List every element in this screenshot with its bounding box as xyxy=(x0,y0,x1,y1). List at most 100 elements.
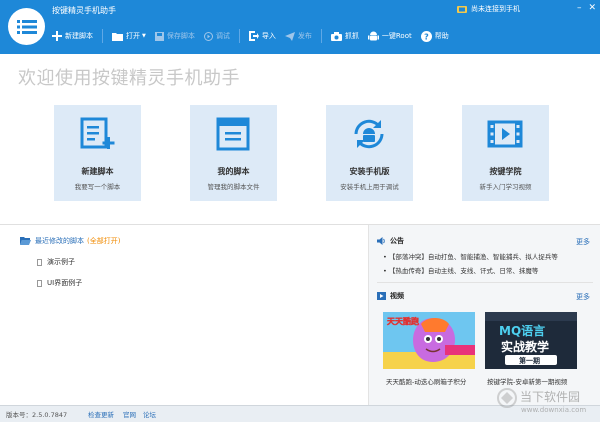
one-click-root-label: 一键Root xyxy=(381,32,412,40)
video-thumb-tag: 第一期 xyxy=(519,357,540,365)
menu-list-icon xyxy=(16,19,37,34)
video-header: 视频 xyxy=(377,291,404,301)
toolbar-divider xyxy=(238,29,240,43)
video-thumb-title: MQ语言 xyxy=(499,324,546,338)
watermark-text: 当下软件园 xyxy=(520,390,581,404)
publish-label: 发布 xyxy=(297,32,312,40)
speaker-icon xyxy=(377,237,385,245)
website-link[interactable]: 官网 xyxy=(123,409,136,419)
card-subtitle: 新手入门学习视频 xyxy=(479,183,532,191)
video-thumbnail[interactable]: MQ语言 实战教学 第一期 xyxy=(485,312,577,369)
new-script-label: 新建脚本 xyxy=(65,32,93,40)
plus-icon xyxy=(52,31,62,41)
folder-icon xyxy=(112,32,123,41)
card-new-script[interactable]: 新建脚本 我要写一个脚本 xyxy=(54,105,141,201)
video-thumb-subtitle: 实战教学 xyxy=(501,340,550,354)
connection-status-text: 尚未连接到手机 xyxy=(471,5,520,13)
new-script-button[interactable]: 新建脚本 xyxy=(52,31,93,41)
send-icon xyxy=(284,31,295,41)
watermark-logo-icon xyxy=(497,388,517,408)
card-my-scripts[interactable]: 我的脚本 管理我的脚本文件 xyxy=(190,105,277,201)
watermark-url: www.downxia.com xyxy=(521,406,587,414)
debug-button[interactable]: 调试 xyxy=(203,31,230,41)
toolbar-divider xyxy=(102,29,103,43)
capture-button[interactable]: 抓抓 xyxy=(330,31,359,41)
minimize-button[interactable]: – xyxy=(577,3,582,13)
info-panel: 公告 更多 • 【部落冲突】自动打鱼、智能捕渔、智能捕兵、拟人捉兵等 • 【热血… xyxy=(368,225,600,405)
announce-header: 公告 xyxy=(377,236,404,246)
recent-scripts-title: 最近修改的脚本 xyxy=(35,237,84,245)
video-thumb-text: 天天酷跑 xyxy=(387,317,419,326)
card-title: 安装手机版 xyxy=(349,167,390,176)
video-film-icon xyxy=(487,120,523,148)
save-icon xyxy=(154,31,164,41)
window-controls: – ✕ xyxy=(577,3,596,13)
save-script-label: 保存脚本 xyxy=(166,32,195,40)
recent-file-item[interactable]: UI界面例子 xyxy=(37,278,82,288)
camera-icon xyxy=(330,31,342,41)
card-title: 我的脚本 xyxy=(217,167,250,176)
toolbar-divider xyxy=(320,29,322,43)
recent-file-item[interactable]: 演示例子 xyxy=(37,257,75,267)
site-watermark: 当下软件园 www.downxia.com xyxy=(497,382,600,422)
card-title: 新建脚本 xyxy=(81,167,114,176)
card-subtitle: 我要写一个脚本 xyxy=(74,183,121,191)
save-script-button[interactable]: 保存脚本 xyxy=(154,31,195,41)
file-icon xyxy=(37,279,42,287)
video-caption[interactable]: 天天酷跑-动迭心刷箱子积分 xyxy=(386,376,466,386)
connection-status[interactable]: 尚未连接到手机 xyxy=(457,4,520,14)
chevron-down-icon: ▼ xyxy=(142,33,146,39)
capture-label: 抓抓 xyxy=(344,32,359,40)
card-title: 按键学院 xyxy=(489,167,522,176)
open-all-link[interactable]: (全部打开) xyxy=(87,236,120,246)
card-install-mobile[interactable]: 安装手机版 安装手机上用于调试 xyxy=(326,105,413,201)
recent-scripts-panel: 最近修改的脚本 (全部打开) 演示例子 UI界面例子 xyxy=(0,225,368,405)
android-sync-icon xyxy=(354,119,384,149)
play-circle-icon xyxy=(203,31,213,41)
file-icon xyxy=(37,258,42,266)
announce-item-text: 【部落冲突】自动打鱼、智能捕渔、智能捕兵、拟人捉兵等 xyxy=(388,253,558,261)
publish-button[interactable]: 发布 xyxy=(284,31,312,41)
svg-text:?: ? xyxy=(424,32,429,41)
android-icon xyxy=(367,31,379,40)
new-script-icon xyxy=(80,117,115,149)
announce-item[interactable]: • 【热血传奇】自动主线、支线、讦式、日常、抹魔等 xyxy=(383,265,538,275)
debug-label: 调试 xyxy=(215,32,230,40)
welcome-heading: 欢迎使用按键精灵手机助手 xyxy=(18,68,240,89)
card-subtitle: 安装手机上用于调试 xyxy=(340,183,399,191)
phone-icon xyxy=(457,5,467,13)
import-label: 导入 xyxy=(261,32,276,40)
video-more-link[interactable]: 更多 xyxy=(576,292,590,302)
import-icon xyxy=(248,31,259,41)
announce-title: 公告 xyxy=(390,237,404,245)
recent-scripts-header: 最近修改的脚本 (全部打开) xyxy=(20,236,120,246)
card-academy[interactable]: 按键学院 新手入门学习视频 xyxy=(462,105,549,201)
toolbar: 新建脚本 打开 ▼ 保存脚本 调试 导入 发布 抓抓 一键Root ? 帮助 xyxy=(52,27,458,45)
announce-item-text: 【热血传奇】自动主线、支线、讦式、日常、抹魔等 xyxy=(388,267,539,275)
video-thumbnail[interactable]: 天天酷跑 xyxy=(383,312,475,369)
section-divider xyxy=(377,282,593,283)
my-scripts-icon xyxy=(216,117,250,151)
window-title: 按键精灵手机助手 xyxy=(52,6,116,15)
announce-more-link[interactable]: 更多 xyxy=(576,237,590,247)
help-icon: ? xyxy=(420,30,432,42)
open-button[interactable]: 打开 ▼ xyxy=(112,31,146,41)
title-toolbar-bar: 按键精灵手机助手 尚未连接到手机 – ✕ 新建脚本 打开 ▼ 保存脚本 调试 导 xyxy=(0,0,600,54)
recent-file-name: 演示例子 xyxy=(47,258,75,266)
help-label: 帮助 xyxy=(434,32,449,40)
one-click-root-button[interactable]: 一键Root xyxy=(367,31,412,42)
card-subtitle: 管理我的脚本文件 xyxy=(207,183,260,191)
recent-file-name: UI界面例子 xyxy=(47,279,83,287)
announce-item[interactable]: • 【部落冲突】自动打鱼、智能捕渔、智能捕兵、拟人捉兵等 xyxy=(383,251,558,261)
video-icon xyxy=(377,292,386,300)
import-button[interactable]: 导入 xyxy=(248,31,276,41)
version-label: 版本号：2.5.0.7847 xyxy=(6,411,68,419)
open-label: 打开 xyxy=(126,32,140,40)
help-button[interactable]: ? 帮助 xyxy=(420,30,449,42)
video-title: 视频 xyxy=(390,292,404,300)
check-update-link[interactable]: 检查更新 xyxy=(88,409,114,419)
forum-link[interactable]: 论坛 xyxy=(143,409,156,419)
folder-open-icon xyxy=(20,237,31,245)
main-menu-button[interactable] xyxy=(8,8,45,45)
close-button[interactable]: ✕ xyxy=(588,3,596,13)
